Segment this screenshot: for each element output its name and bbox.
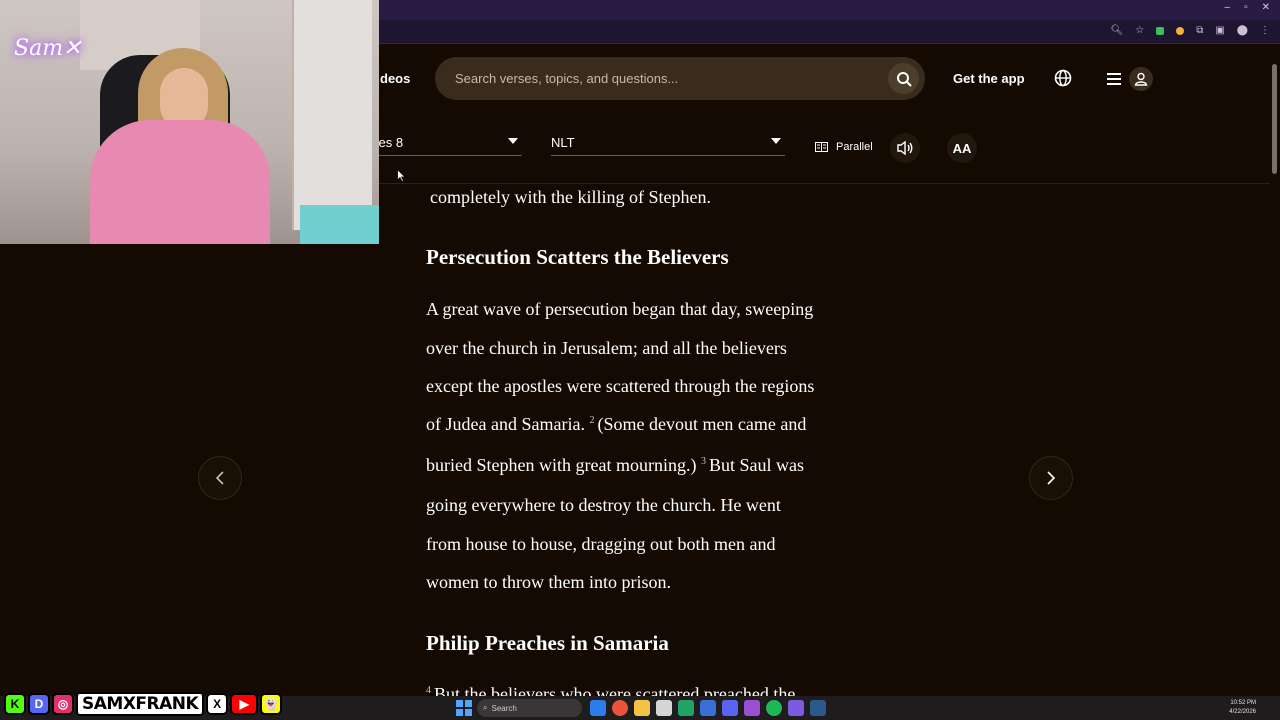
webcam-overlay: Sam✕ — [0, 0, 379, 244]
x-icon: X — [206, 693, 229, 715]
store-icon[interactable] — [656, 700, 672, 716]
chevron-right-icon — [1047, 471, 1056, 485]
nav-link-videos[interactable]: deos — [380, 71, 410, 86]
app-icon[interactable] — [788, 700, 804, 716]
verse-text-line: A great wave of persecution began that d… — [426, 299, 814, 319]
verse-text-line: completely with the killing of Stephen. — [430, 187, 711, 207]
mouse-cursor-icon — [397, 169, 406, 182]
browser-toolbar-icons: 🔍︎ ☆ ⧉ ▣ ⬤ ⋮ — [1111, 25, 1270, 36]
book-chapter-select[interactable]: tles 8 — [372, 132, 522, 156]
chevron-down-icon — [508, 138, 518, 144]
windows-start-icon[interactable] — [456, 700, 472, 716]
instagram-icon: ◎ — [52, 693, 74, 715]
verse-text-line: from house to house, dragging out both m… — [426, 534, 776, 554]
bookmark-star-icon[interactable]: ☆ — [1135, 25, 1144, 36]
app-icon[interactable] — [744, 700, 760, 716]
social-handle-overlay: K D ◎ SAMXFRANK X ▶ 👻 — [4, 692, 283, 716]
section-heading: Philip Preaches in Samaria — [426, 631, 669, 655]
search-icon — [896, 71, 912, 87]
taskbar-search-label: Search — [491, 703, 517, 713]
verse-text-line: buried Stephen with great mourning.) 3 Bu… — [426, 455, 804, 476]
discord-icon: D — [28, 693, 50, 715]
chevron-left-icon — [215, 471, 224, 485]
page-scrollbar[interactable] — [1270, 44, 1280, 696]
globe-icon — [1054, 69, 1072, 87]
audio-button[interactable] — [890, 133, 920, 163]
verse-text-line: going everywhere to destroy the church. … — [426, 495, 781, 515]
dark-mode-extension-icon[interactable] — [1176, 26, 1185, 35]
verse-text: buried Stephen with great mourning.) — [426, 455, 697, 475]
split-view-icon[interactable]: ▣ — [1215, 25, 1224, 36]
chevron-down-icon — [771, 138, 781, 144]
verse-text: of Judea and Samaria. — [426, 414, 585, 434]
webcam-hoodie-body — [90, 120, 270, 244]
window-controls: – ▫ ✕ — [1225, 2, 1271, 13]
taskbar-apps — [590, 700, 826, 716]
steam-icon[interactable] — [810, 700, 826, 716]
account-menu-button[interactable] — [1107, 67, 1157, 91]
section-heading: Persecution Scatters the Believers — [426, 245, 729, 269]
bible-version-select[interactable]: NLT — [551, 132, 785, 156]
youtube-icon: ▶ — [230, 693, 259, 715]
parallel-label: Parallel — [836, 141, 873, 153]
extensions-puzzle-icon[interactable]: ⧉ — [1196, 25, 1203, 36]
verse-text-line: of Judea and Samaria. 2 (Some devout men … — [426, 414, 806, 435]
maximize-button[interactable]: ▫ — [1244, 2, 1248, 13]
search-button[interactable] — [888, 63, 919, 94]
verse-number[interactable]: 4 — [426, 685, 431, 696]
user-avatar — [1129, 67, 1153, 91]
file-explorer-icon[interactable] — [634, 700, 650, 716]
edge-icon[interactable] — [590, 700, 606, 716]
webcam-table — [300, 205, 379, 244]
speaker-icon — [897, 140, 913, 156]
verse-number[interactable]: 3 — [701, 456, 706, 467]
verse-text: But Saul was — [708, 455, 804, 475]
search-icon: ⌕ — [483, 703, 488, 712]
screen: – ▫ ✕ 🔍︎ ☆ ⧉ ▣ ⬤ ⋮ deos Get the app — [0, 0, 1280, 720]
app-icon[interactable] — [678, 700, 694, 716]
close-button[interactable]: ✕ — [1262, 2, 1270, 13]
chrome-icon[interactable] — [612, 700, 628, 716]
previous-chapter-button[interactable] — [198, 456, 242, 500]
scrollbar-thumb[interactable] — [1272, 64, 1277, 174]
social-handle: SAMXFRANK — [76, 692, 205, 716]
verse-text: (Some devout men came and — [597, 414, 807, 434]
zoom-icon[interactable]: 🔍︎ — [1111, 25, 1124, 36]
extension-icon[interactable] — [1156, 26, 1165, 35]
minimize-button[interactable]: – — [1225, 2, 1231, 13]
language-button[interactable] — [1054, 69, 1072, 92]
clock-date: 4/22/2026 — [1229, 709, 1256, 715]
verse-number[interactable]: 2 — [589, 415, 594, 426]
neon-sign-logo: Sam✕ — [14, 36, 82, 61]
spotify-icon[interactable] — [766, 700, 782, 716]
font-size-button[interactable]: AA — [947, 133, 977, 163]
font-size-label: AA — [952, 140, 972, 156]
search-input[interactable] — [455, 57, 875, 100]
hamburger-menu-icon — [1107, 73, 1121, 85]
taskbar-clock[interactable]: 10:52 PM 4/22/2026 — [1229, 699, 1256, 717]
clock-time: 10:52 PM — [1230, 700, 1256, 706]
verse-text-line: over the church in Jerusalem; and all th… — [426, 338, 787, 358]
parallel-columns-icon — [815, 142, 828, 152]
user-icon — [1134, 72, 1148, 86]
app-icon[interactable] — [700, 700, 716, 716]
next-chapter-button[interactable] — [1029, 456, 1073, 500]
snapchat-icon: 👻 — [260, 693, 283, 715]
search-bar — [435, 57, 925, 100]
discord-icon[interactable] — [722, 700, 738, 716]
version-value: NLT — [551, 135, 575, 150]
profile-icon[interactable]: ⬤ — [1237, 25, 1248, 36]
verse-text-line: except the apostles were scattered throu… — [426, 376, 815, 396]
verse-text-line: women to throw them into prison. — [426, 572, 671, 592]
browser-menu-icon[interactable]: ⋮ — [1260, 25, 1270, 36]
webcam-background-door — [292, 0, 372, 230]
taskbar-search[interactable]: ⌕ Search — [477, 699, 582, 717]
parallel-toggle[interactable]: Parallel — [815, 141, 873, 153]
get-the-app-link[interactable]: Get the app — [953, 71, 1025, 86]
kick-icon: K — [4, 693, 26, 715]
